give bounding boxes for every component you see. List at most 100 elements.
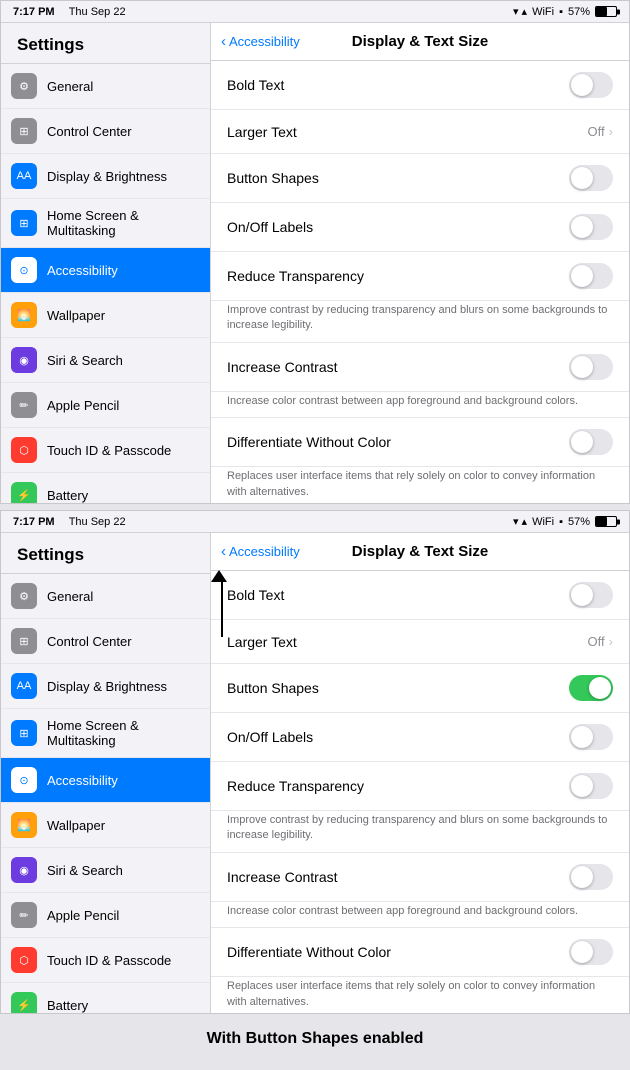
sidebar-item-display[interactable]: AA Display & Brightness [1, 154, 210, 199]
settings-row-inner-onoff-labels: On/Off Labels [211, 713, 629, 762]
back-label: Accessibility [229, 34, 300, 49]
sidebar-item-wallpaper[interactable]: 🌅 Wallpaper [1, 803, 210, 848]
sidebar-label-home-screen: Home Screen & Multitasking [47, 208, 198, 238]
settings-row-inner-reduce-transparency: Reduce Transparency [211, 762, 629, 811]
settings-row-onoff-labels: On/Off Labels [211, 713, 629, 762]
row-label-button-shapes: Button Shapes [227, 680, 319, 696]
sidebar-label-control-center: Control Center [47, 634, 132, 649]
status-bar-left: 7:17 PM Thu Sep 22 [13, 6, 126, 18]
row-label-diff-without-color: Differentiate Without Color [227, 944, 391, 960]
status-time: 7:17 PM [13, 516, 55, 528]
row-desc-reduce-transparency: Improve contrast by reducing transparenc… [211, 811, 629, 853]
sidebar-label-display: Display & Brightness [47, 169, 167, 184]
wifi-icon: ▾ ▴ [513, 5, 527, 18]
sidebar-item-siri[interactable]: ◉ Siri & Search [1, 848, 210, 893]
sidebar-item-touchid[interactable]: ⬡ Touch ID & Passcode [1, 428, 210, 473]
toggle-diff-without-color[interactable] [569, 939, 613, 965]
status-bar-right: ▾ ▴ WiFi ▪ 57% [513, 515, 617, 528]
toggle-increase-contrast[interactable] [569, 864, 613, 890]
sidebar-item-control-center[interactable]: ⊞ Control Center [1, 109, 210, 154]
row-label-button-shapes: Button Shapes [227, 170, 319, 186]
settings-row-bold-text: Bold Text [211, 61, 629, 110]
toggle-increase-contrast[interactable] [569, 354, 613, 380]
sidebar-item-display[interactable]: AA Display & Brightness [1, 664, 210, 709]
sidebar-item-battery[interactable]: ⚡ Battery [1, 983, 210, 1013]
toggle-reduce-transparency[interactable] [569, 263, 613, 289]
toggle-onoff-labels[interactable] [569, 724, 613, 750]
sidebar-item-accessibility[interactable]: ⊙ Accessibility [1, 758, 210, 803]
toggle-button-shapes[interactable] [569, 675, 613, 701]
sidebar-label-siri: Siri & Search [47, 353, 123, 368]
settings-row-inner-diff-without-color: Differentiate Without Color [211, 418, 629, 467]
sidebar-label-touchid: Touch ID & Passcode [47, 443, 171, 458]
toggle-bold-text[interactable] [569, 72, 613, 98]
sidebar-label-display: Display & Brightness [47, 679, 167, 694]
sidebar-icon-touchid: ⬡ [11, 947, 37, 973]
sidebar-label-touchid: Touch ID & Passcode [47, 953, 171, 968]
back-button[interactable]: ‹ Accessibility [221, 33, 300, 50]
sidebar-item-general[interactable]: ⚙ General [1, 574, 210, 619]
value-larger-text[interactable]: Off› [588, 124, 613, 139]
sidebar-title: Settings [1, 23, 210, 64]
sidebar-item-home-screen[interactable]: ⊞ Home Screen & Multitasking [1, 199, 210, 248]
sidebar-icon-display: AA [11, 163, 37, 189]
row-label-reduce-transparency: Reduce Transparency [227, 268, 364, 284]
panel-wrapper-2: 7:17 PM Thu Sep 22 ▾ ▴ WiFi ▪ 57% Settin… [0, 510, 630, 1014]
off-label-larger-text: Off [588, 634, 605, 649]
settings-row-reduce-transparency: Reduce Transparency Improve contrast by … [211, 762, 629, 853]
settings-section: Bold Text Larger Text Off› Button Shapes… [211, 61, 629, 503]
toggle-button-shapes[interactable] [569, 165, 613, 191]
content-nav: ‹ Accessibility Display & Text Size [211, 23, 629, 61]
row-desc-increase-contrast: Increase color contrast between app fore… [211, 392, 629, 418]
sidebar-label-general: General [47, 589, 93, 604]
sidebar-1: Settings ⚙ General ⊞ Control Center AA D… [1, 23, 211, 503]
settings-row-diff-without-color: Differentiate Without Color Replaces use… [211, 418, 629, 503]
main-layout-2: Settings ⚙ General ⊞ Control Center AA D… [1, 533, 629, 1013]
sidebar-icon-display: AA [11, 673, 37, 699]
sidebar-item-home-screen[interactable]: ⊞ Home Screen & Multitasking [1, 709, 210, 758]
settings-row-onoff-labels: On/Off Labels [211, 203, 629, 252]
sidebar-label-wallpaper: Wallpaper [47, 818, 105, 833]
sidebar-item-general[interactable]: ⚙ General [1, 64, 210, 109]
sidebar-label-siri: Siri & Search [47, 863, 123, 878]
row-label-bold-text: Bold Text [227, 587, 284, 603]
sidebar-icon-siri: ◉ [11, 347, 37, 373]
main-layout-1: Settings ⚙ General ⊞ Control Center AA D… [1, 23, 629, 503]
settings-row-inner-reduce-transparency: Reduce Transparency [211, 252, 629, 301]
back-button[interactable]: ‹ Accessibility [221, 543, 300, 560]
settings-row-inner-bold-text: Bold Text [211, 61, 629, 110]
content-2: ‹ Accessibility Display & Text Size Bold… [211, 533, 629, 1013]
sidebar-item-battery[interactable]: ⚡ Battery [1, 473, 210, 503]
sidebar-label-accessibility: Accessibility [47, 773, 118, 788]
sidebar-icon-wallpaper: 🌅 [11, 812, 37, 838]
settings-row-inner-increase-contrast: Increase Contrast [211, 853, 629, 902]
row-label-larger-text: Larger Text [227, 124, 297, 140]
sidebar-item-siri[interactable]: ◉ Siri & Search [1, 338, 210, 383]
sidebar-item-pencil[interactable]: ✏ Apple Pencil [1, 383, 210, 428]
sidebar-icon-battery: ⚡ [11, 482, 37, 503]
sidebar-item-wallpaper[interactable]: 🌅 Wallpaper [1, 293, 210, 338]
battery-bar [595, 6, 617, 17]
value-larger-text[interactable]: Off› [588, 634, 613, 649]
sidebar-item-accessibility[interactable]: ⊙ Accessibility [1, 248, 210, 293]
sidebar-label-pencil: Apple Pencil [47, 398, 119, 413]
toggle-diff-without-color[interactable] [569, 429, 613, 455]
toggle-bold-text[interactable] [569, 582, 613, 608]
sidebar-label-general: General [47, 79, 93, 94]
status-bar-right: ▾ ▴ WiFi ▪ 57% [513, 5, 617, 18]
battery-percent: 57% [568, 6, 590, 18]
status-bar: 7:17 PM Thu Sep 22 ▾ ▴ WiFi ▪ 57% [1, 1, 629, 23]
settings-row-bold-text: Bold Text [211, 571, 629, 620]
battery-icon: ▪ [559, 6, 563, 18]
battery-bar [595, 516, 617, 527]
content-nav: ‹ Accessibility Display & Text Size [211, 533, 629, 571]
sidebar-item-control-center[interactable]: ⊞ Control Center [1, 619, 210, 664]
screenshot-wrapper: 7:17 PM Thu Sep 22 ▾ ▴ WiFi ▪ 57% Settin… [0, 0, 630, 1070]
sidebar-item-touchid[interactable]: ⬡ Touch ID & Passcode [1, 938, 210, 983]
toggle-onoff-labels[interactable] [569, 214, 613, 240]
sidebar-icon-general: ⚙ [11, 583, 37, 609]
toggle-reduce-transparency[interactable] [569, 773, 613, 799]
row-label-larger-text: Larger Text [227, 634, 297, 650]
caption: With Button Shapes enabled [0, 1020, 630, 1060]
sidebar-item-pencil[interactable]: ✏ Apple Pencil [1, 893, 210, 938]
